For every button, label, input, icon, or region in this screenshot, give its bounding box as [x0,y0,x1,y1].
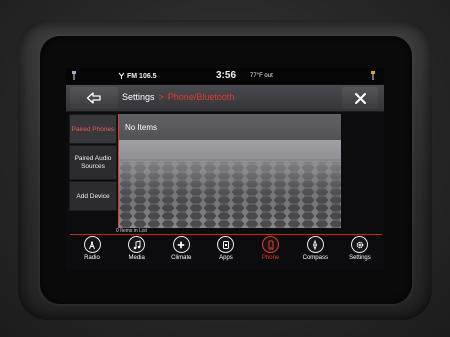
back-arrow-icon [86,92,101,104]
nav-climate[interactable]: Climate [159,236,203,270]
title-bar: Settings > Phone/Bluetooth [66,85,384,112]
close-icon [354,92,366,104]
apps-icon [217,236,235,253]
tab-label: Paired Phones [71,125,115,133]
tab-paired-phones[interactable]: Paired Phones [69,114,117,144]
tab-add-device[interactable]: Add Device [69,181,117,211]
nav-radio[interactable]: Radio [70,236,114,270]
tab-paired-audio-sources[interactable]: Paired Audio Sources [69,145,117,180]
fan-icon [172,236,190,253]
nav-label: Radio [84,255,100,261]
nav-label: Media [128,255,145,261]
nav-settings[interactable]: Settings [338,236,382,270]
music-note-icon [128,236,146,253]
hexagon-background [119,140,341,228]
nav-label: Settings [349,255,371,261]
side-tabs: Paired Phones Paired Audio Sources Add D… [69,114,117,212]
nav-apps[interactable]: Apps [204,236,248,270]
close-button[interactable] [342,87,378,109]
nav-label: Compass [302,255,328,261]
breadcrumb: Settings > Phone/Bluetooth [122,92,234,102]
signal-icon [118,72,125,79]
gear-icon [351,236,369,253]
tab-label: Paired Audio Sources [74,155,112,170]
nav-compass[interactable]: Compass [293,236,337,270]
usb-icon [72,71,76,80]
breadcrumb-root: Settings [122,92,155,102]
nav-phone[interactable]: Phone [249,236,293,270]
radio-tower-icon [83,236,101,253]
clock: 3:56 [216,70,237,81]
breadcrumb-current: Phone/Bluetooth [167,92,235,102]
outside-temperature: 77°F out [250,73,273,79]
divider [70,234,382,235]
radio-status: FM 106.5 [118,72,157,80]
media-source-icon [371,71,375,80]
compass-icon [306,236,324,253]
nav-label: Apps [219,255,233,261]
nav-label: Climate [171,255,192,261]
list-item: No Items [119,114,341,141]
bottom-nav: Radio Media Climate Apps Phone Compass S… [70,236,382,270]
tab-label: Add Device [76,192,110,200]
nav-media[interactable]: Media [115,236,159,270]
status-bar: FM 106.5 3:56 77°F out [66,68,384,84]
radio-station: FM 106.5 [127,73,157,80]
breadcrumb-separator: > [158,92,164,102]
infotainment-screen: FM 106.5 3:56 77°F out Settings > Phone/Bl… [66,68,384,270]
nav-label: Phone [261,255,280,261]
paired-phones-list: No Items [118,114,341,228]
no-items-label: No Items [125,123,158,132]
back-button[interactable] [70,87,118,109]
phone-icon [262,236,280,253]
